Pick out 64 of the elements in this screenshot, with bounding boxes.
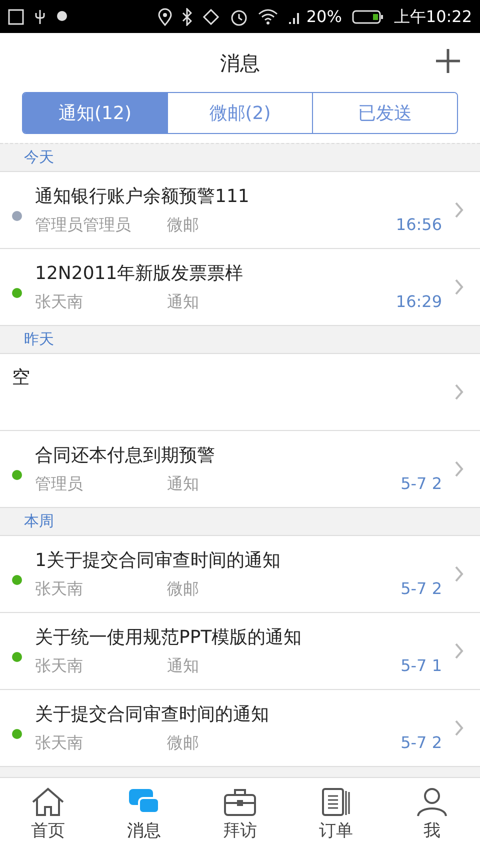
- message-title: 关于统一使用规范PPT模版的通知: [35, 626, 303, 650]
- sender-name: 张天南: [35, 291, 84, 313]
- rotation-icon: [202, 8, 220, 26]
- message-time: 5-7 2: [400, 473, 442, 495]
- message-row[interactable]: 合同还本付息到期预警 管理员 通知 5-7 2: [0, 431, 480, 508]
- message-row[interactable]: 关于统一使用规范PPT模版的通知 张天南 通知 5-7 1: [0, 613, 480, 690]
- message-time: 16:29: [396, 291, 442, 313]
- chevron-right-icon: [454, 383, 464, 401]
- message-time: 5-7 1: [400, 655, 442, 677]
- message-type: 微邮: [167, 214, 199, 236]
- message-title: 12N2011年新版发票票样: [35, 262, 244, 286]
- message-title: 通知银行账户余额预警111: [35, 185, 250, 209]
- message-title: 合同还本付息到期预警: [35, 444, 216, 468]
- message-row[interactable]: 关于提交合同审查时间的通知 张天南 微邮 5-7 2: [0, 690, 480, 767]
- document-stack-icon: [319, 786, 353, 817]
- battery-percentage: 20%: [306, 6, 342, 28]
- message-row[interactable]: 空: [0, 354, 480, 431]
- message-title: 1关于提交合同审查时间的通知: [35, 549, 282, 573]
- message-title: 关于提交合同审查时间的通知: [35, 703, 270, 727]
- section-title: 昨天: [24, 329, 54, 350]
- page-title: 消息: [220, 50, 260, 76]
- clock: 上午10:22: [394, 6, 472, 28]
- bluetooth-icon: [182, 8, 192, 26]
- message-type: 通知: [167, 291, 199, 313]
- message-title: 空: [12, 367, 30, 388]
- chevron-right-icon: [454, 278, 464, 296]
- location-icon: [158, 8, 172, 26]
- message-time: 5-7 2: [400, 578, 442, 600]
- person-icon: [415, 786, 449, 817]
- chevron-right-icon: [454, 642, 464, 660]
- chevron-right-icon: [454, 460, 464, 478]
- plus-icon: [435, 48, 461, 74]
- chevron-right-icon: [454, 201, 464, 219]
- house-icon: [31, 786, 65, 817]
- section-title: 今天: [24, 147, 54, 168]
- nav-tab[interactable]: 订单: [288, 778, 384, 853]
- message-time: 16:56: [396, 214, 442, 236]
- briefcase-icon: [223, 786, 257, 817]
- nav-tab[interactable]: 首页: [0, 778, 96, 853]
- message-type: 通知: [167, 655, 199, 677]
- sender-name: 管理员管理员: [35, 214, 132, 236]
- usb-icon: [34, 8, 46, 24]
- message-row[interactable]: 1关于提交合同审查时间的通知 张天南 微邮 5-7 2: [0, 536, 480, 613]
- section-title: 本周: [24, 511, 54, 532]
- message-row[interactable]: 通知银行账户余额预警111 管理员管理员 微邮 16:56: [0, 172, 480, 249]
- nav-tab[interactable]: 我: [384, 778, 480, 853]
- wifi-icon: [258, 8, 278, 24]
- chevron-right-icon: [454, 719, 464, 737]
- message-time: 5-7 2: [400, 732, 442, 754]
- message-type: 微邮: [167, 578, 199, 600]
- sender-name: 张天南: [35, 732, 84, 754]
- battery-icon: [352, 8, 384, 24]
- sender-name: 张天南: [35, 578, 84, 600]
- sender-name: 管理员: [35, 473, 84, 495]
- add-button[interactable]: [434, 47, 462, 75]
- message-type: 微邮: [167, 732, 199, 754]
- message-type: 通知: [167, 473, 199, 495]
- nav-tab[interactable]: 拜访: [192, 778, 288, 853]
- message-row[interactable]: 12N2011年新版发票票样 张天南 通知 16:29: [0, 249, 480, 326]
- sender-name: 张天南: [35, 655, 84, 677]
- alarm-clock-icon: [230, 8, 248, 26]
- nav-tab[interactable]: 消息: [96, 778, 192, 853]
- screenshot-icon: [8, 8, 24, 24]
- chevron-right-icon: [454, 565, 464, 583]
